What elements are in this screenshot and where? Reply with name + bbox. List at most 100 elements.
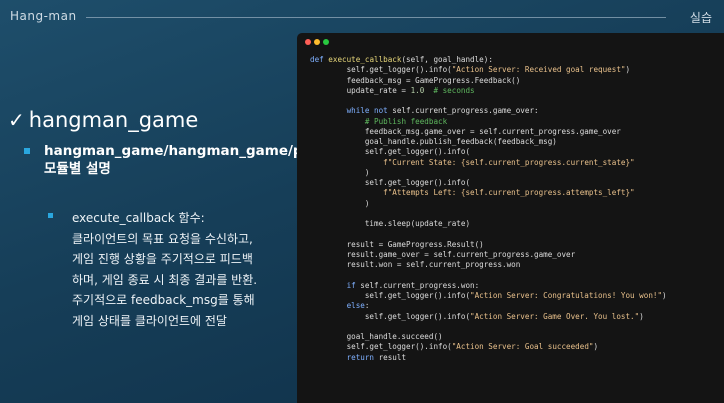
code-token: def bbox=[310, 55, 329, 64]
code-token: self.current_progress.won: bbox=[360, 280, 480, 290]
code-token: return bbox=[346, 352, 379, 362]
code-line: ) bbox=[310, 199, 667, 209]
code-line: return result bbox=[310, 353, 667, 363]
code-line: def execute_callback(self, goal_handle): bbox=[310, 55, 667, 65]
description-line: 게임 진행 상황을 주기적으로 피드백 bbox=[72, 252, 253, 266]
code-token: "Action Server: Game Over. You lost." bbox=[470, 311, 640, 321]
code-token: execute_callback bbox=[328, 55, 402, 64]
code-token: ) bbox=[625, 65, 631, 75]
code-line: feedback_msg = GameProgress.Feedback() bbox=[310, 76, 667, 86]
code-line: ) bbox=[310, 168, 667, 178]
checkmark-icon: ✓ bbox=[8, 108, 25, 132]
description-line: 주기적으로 feedback_msg를 통해 bbox=[72, 293, 255, 307]
code-line: feedback_msg.game_over = self.current_pr… bbox=[310, 127, 667, 137]
square-bullet-icon bbox=[24, 148, 30, 154]
code-token: self.get_logger().info( bbox=[310, 342, 452, 352]
description-line: 게임 상태를 클라이언트에 전달 bbox=[72, 313, 227, 328]
code-token: ) bbox=[593, 342, 599, 352]
code-token: self.get_logger().info( bbox=[310, 291, 471, 301]
code-token: ) bbox=[662, 291, 667, 301]
code-window: def execute_callback(self, goal_handle):… bbox=[297, 33, 724, 403]
code-line: # Publish feedback bbox=[310, 117, 667, 127]
code-token: else bbox=[346, 301, 365, 311]
code-token: self.current_progress.game_over: bbox=[392, 106, 539, 116]
code-line: if self.current_progress.won: bbox=[310, 281, 667, 291]
code-line: goal_handle.succeed() bbox=[310, 332, 667, 342]
code-token: self.get_logger().info( bbox=[310, 147, 471, 157]
code-line: self.get_logger().info("Action Server: G… bbox=[310, 312, 667, 322]
code-token: ) bbox=[310, 167, 370, 177]
code-line: goal_handle.publish_feedback(feedback_ms… bbox=[310, 137, 667, 147]
header-section-label: 실습 bbox=[689, 11, 712, 25]
code-line: result = GameProgress.Result() bbox=[310, 240, 667, 250]
code-token: goal_handle.publish_feedback(feedback_ms… bbox=[310, 137, 557, 147]
code-token: result.won = self.current_progress.won bbox=[310, 260, 521, 270]
code-token: feedback_msg.game_over = self.current_pr… bbox=[310, 126, 621, 136]
code-line: update_rate = 1.0 # seconds bbox=[310, 86, 667, 96]
code-line: else: bbox=[310, 301, 667, 311]
code-line: self.get_logger().info("Action Server: C… bbox=[310, 291, 667, 301]
code-line: result.game_over = self.current_progress… bbox=[310, 250, 667, 260]
code-token: f"Attempts Left: {self.current_progress.… bbox=[383, 188, 635, 198]
square-bullet-icon bbox=[48, 213, 53, 218]
code-token: (self, goal_handle): bbox=[401, 55, 493, 64]
code-token: self.get_logger().info( bbox=[310, 65, 452, 75]
code-line: self.get_logger().info("Action Server: G… bbox=[310, 342, 667, 352]
code-token: update_rate = bbox=[310, 85, 411, 95]
code-token: # seconds bbox=[433, 85, 475, 95]
code-token: ) bbox=[639, 311, 644, 321]
header-title: Hang-man bbox=[10, 9, 77, 23]
code-line: self.get_logger().info( bbox=[310, 178, 667, 188]
description-line: 클라이언트의 목표 요청을 수신하고, bbox=[72, 231, 253, 246]
code-token: ) bbox=[310, 198, 370, 208]
description-line: execute_callback 함수: bbox=[72, 211, 205, 225]
bullet-level2-text: hangman_game/hangman_game/progress_actio… bbox=[44, 143, 491, 177]
minimize-dot-icon bbox=[314, 39, 320, 45]
bullet-level2: hangman_game/hangman_game/progress_actio… bbox=[24, 142, 491, 178]
code-token: # Publish feedback bbox=[364, 116, 448, 126]
header-divider bbox=[86, 17, 666, 18]
close-dot-icon bbox=[305, 39, 311, 45]
slide-header: Hang-man 실습 bbox=[0, 0, 724, 34]
code-token: time.sleep(update_rate) bbox=[310, 219, 471, 229]
code-token: : bbox=[364, 301, 370, 311]
bullet-level3: execute_callback 함수: 클라이언트의 목표 요청을 수신하고,… bbox=[48, 208, 288, 331]
code-line: result.won = self.current_progress.won bbox=[310, 260, 667, 270]
code-token: while not bbox=[346, 106, 393, 116]
code-token: "Action Server: Received goal request" bbox=[451, 65, 626, 75]
code-line: f"Attempts Left: {self.current_progress.… bbox=[310, 188, 667, 198]
code-line: self.get_logger().info("Action Server: R… bbox=[310, 65, 667, 75]
code-token: feedback_msg = GameProgress.Feedback() bbox=[310, 75, 521, 85]
code-token: "Action Server: Congratulations! You won… bbox=[470, 291, 663, 301]
code-token: self.get_logger().info( bbox=[310, 311, 471, 321]
slide-heading-text: hangman_game bbox=[28, 108, 199, 132]
code-line: time.sleep(update_rate) bbox=[310, 219, 667, 229]
code-line: while not self.current_progress.game_ove… bbox=[310, 106, 667, 116]
code-block: def execute_callback(self, goal_handle):… bbox=[310, 55, 667, 363]
code-token: result = GameProgress.Result() bbox=[310, 239, 484, 249]
description-line: 하며, 게임 종료 시 최종 결과를 반환. bbox=[72, 272, 258, 287]
code-token: self.get_logger().info( bbox=[310, 178, 471, 188]
bullet-level3-text: execute_callback 함수: 클라이언트의 목표 요청을 수신하고,… bbox=[72, 208, 288, 331]
code-token: result bbox=[378, 352, 407, 362]
maximize-dot-icon bbox=[323, 39, 329, 45]
slide-heading: ✓ hangman_game bbox=[8, 108, 198, 132]
code-token: goal_handle.succeed() bbox=[310, 332, 443, 342]
code-token: if bbox=[346, 280, 361, 290]
code-token: 1.0 bbox=[410, 85, 425, 95]
code-token: result.game_over = self.current_progress… bbox=[310, 250, 576, 260]
code-token: "Action Server: Goal succeeded" bbox=[451, 342, 594, 352]
code-line: self.get_logger().info( bbox=[310, 147, 667, 157]
